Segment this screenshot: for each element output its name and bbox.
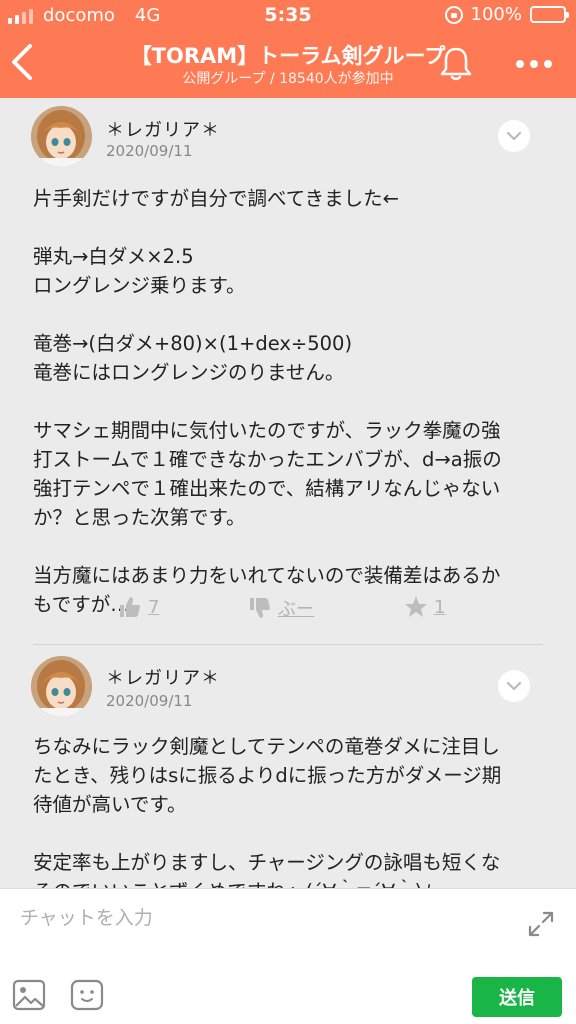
- avatar[interactable]: [31, 106, 92, 167]
- post-author[interactable]: ＊レガリア＊: [106, 116, 220, 142]
- thumbs-down-icon: [250, 598, 270, 618]
- star-icon: [405, 596, 427, 617]
- dot-icon: [530, 60, 538, 68]
- sticker-button[interactable]: [70, 979, 104, 1011]
- dislike-button[interactable]: ぶー: [248, 595, 314, 621]
- chevron-left-icon: [12, 44, 32, 80]
- post-divider: [33, 644, 543, 645]
- expand-icon: [528, 911, 554, 937]
- post-author[interactable]: ＊レガリア＊: [106, 664, 220, 690]
- battery-percent: 100%: [470, 4, 522, 25]
- chat-input[interactable]: チャットを入力: [20, 903, 500, 937]
- notification-button[interactable]: [436, 44, 476, 84]
- dot-icon: [516, 60, 524, 68]
- avatar-image: [31, 106, 92, 167]
- post-date: 2020/09/11: [106, 692, 193, 710]
- post-feed[interactable]: ＊レガリア＊ 2020/09/11 片手剣だけですが自分で調べてきました← 弾丸…: [0, 98, 576, 888]
- battery-icon: [530, 6, 569, 23]
- avatar-image: [31, 656, 92, 717]
- like-count: 7: [148, 596, 160, 618]
- image-attach-button[interactable]: [12, 979, 46, 1011]
- post-menu-button[interactable]: [498, 670, 530, 702]
- post-menu-button[interactable]: [498, 120, 530, 152]
- emoji-icon: [70, 979, 104, 1011]
- image-icon: [12, 979, 46, 1011]
- app-header: docomo 4G 5:35 100% 【TORAM】トーラム剣グループ 公開グ…: [0, 0, 576, 98]
- chevron-down-icon: [506, 681, 522, 691]
- status-bar: docomo 4G 5:35 100%: [0, 0, 576, 32]
- chat-composer: チャットを入力 送信: [0, 888, 576, 1024]
- star-count: 1: [434, 596, 446, 618]
- like-button[interactable]: 7: [118, 595, 159, 619]
- group-subtitle: 公開グループ / 18540人が参加中: [182, 71, 394, 87]
- thumbs-up-icon: [120, 597, 140, 617]
- avatar[interactable]: [31, 656, 92, 717]
- group-title: 【TORAM】トーラム剣グループ: [130, 44, 446, 68]
- bell-icon: [440, 47, 472, 81]
- post-actions: 7 ぶー 1: [0, 595, 576, 631]
- rotation-lock-icon: [444, 5, 463, 24]
- expand-button[interactable]: [526, 909, 556, 939]
- post-body: ちなみにラック剣魔としてテンペの竜巻ダメに注目し たとき、残りはsに振るよりdに…: [33, 735, 502, 888]
- send-button[interactable]: 送信: [472, 977, 562, 1017]
- post-date: 2020/09/11: [106, 142, 193, 160]
- nav-bar: 【TORAM】トーラム剣グループ 公開グループ / 18540人が参加中: [0, 32, 576, 98]
- chevron-down-icon: [506, 131, 522, 141]
- more-menu-button[interactable]: [512, 44, 556, 84]
- post-body: 片手剣だけですが自分で調べてきました← 弾丸→白ダメ×2.5 ロングレンジ乗りま…: [33, 187, 502, 616]
- back-button[interactable]: [8, 42, 48, 86]
- dot-icon: [544, 60, 552, 68]
- star-button[interactable]: 1: [404, 595, 445, 619]
- dislike-label: ぶー: [278, 599, 314, 620]
